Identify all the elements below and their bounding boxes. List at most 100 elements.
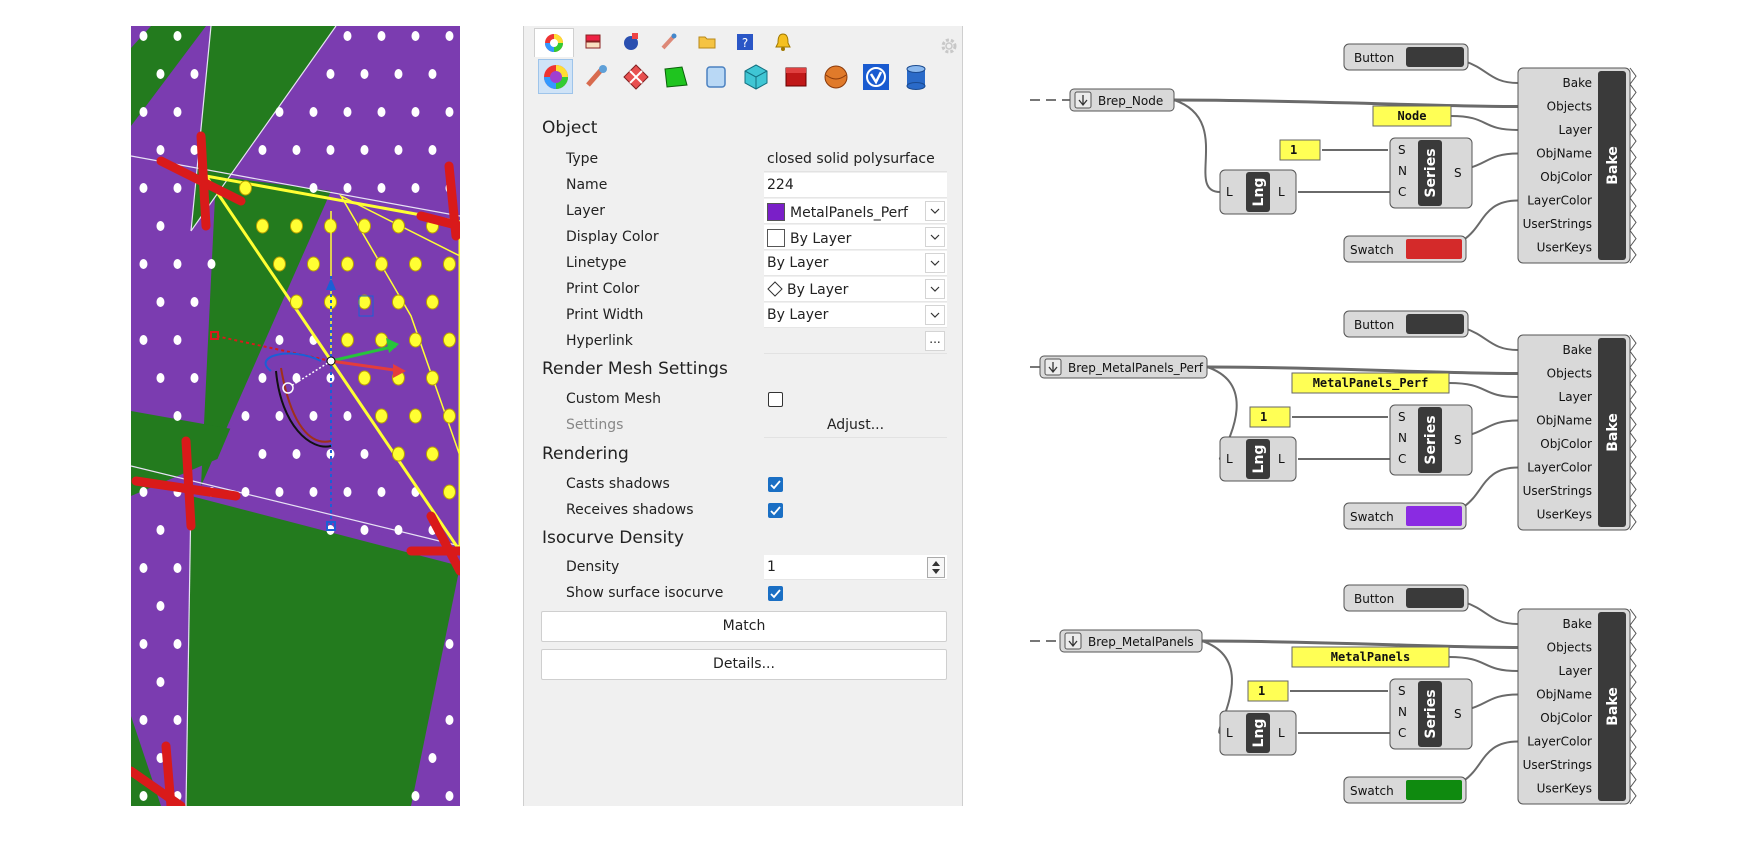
linetype-dropdown-arrow[interactable] bbox=[925, 253, 945, 273]
page-decals[interactable] bbox=[778, 59, 813, 94]
bake-component[interactable]: Bake Bake Objects Layer ObjName ObjColor Layer… bbox=[1517, 334, 1637, 531]
print-width-dropdown-arrow[interactable] bbox=[925, 305, 945, 325]
tab-display[interactable] bbox=[650, 28, 688, 56]
list-length-component[interactable]: Lng L L bbox=[1219, 710, 1297, 756]
perforation-dot bbox=[343, 31, 352, 41]
panel-body[interactable] bbox=[1279, 139, 1321, 161]
layer-name-panel[interactable]: MetalPanels_Perf bbox=[1291, 372, 1450, 394]
perforation-dot bbox=[139, 639, 148, 649]
tab-help[interactable]: ? bbox=[726, 28, 764, 56]
row-mesh-settings: Settings Adjust... bbox=[542, 413, 948, 439]
row-print-width: Print Width By Layer bbox=[542, 303, 948, 329]
list-length-component[interactable]: Lng L L bbox=[1219, 436, 1297, 482]
show-isocurve-checkbox[interactable] bbox=[768, 586, 783, 601]
list-length-component[interactable]: Lng L L bbox=[1219, 169, 1297, 215]
print-color-dropdown[interactable]: By Layer bbox=[764, 277, 947, 302]
layer-name-panel[interactable]: MetalPanels bbox=[1291, 646, 1450, 668]
custom-mesh-checkbox[interactable] bbox=[768, 392, 783, 407]
start-value-panel[interactable]: 1 bbox=[1279, 139, 1321, 161]
perforation-dot bbox=[190, 69, 199, 79]
series-output-label: S bbox=[1454, 433, 1462, 447]
tab-material[interactable] bbox=[612, 28, 650, 56]
page-displacement[interactable] bbox=[818, 59, 853, 94]
casts-shadows-checkbox[interactable] bbox=[768, 477, 783, 492]
swatch-color[interactable] bbox=[1406, 506, 1462, 526]
series-input-C: C bbox=[1398, 452, 1406, 466]
page-texture-mapping[interactable] bbox=[618, 59, 653, 94]
page-v-badge[interactable] bbox=[858, 59, 893, 94]
button-face[interactable] bbox=[1406, 47, 1464, 67]
page-object-properties[interactable] bbox=[538, 59, 573, 94]
button-face[interactable] bbox=[1406, 588, 1464, 608]
viewport-canvas[interactable] bbox=[131, 26, 460, 806]
series-component[interactable]: SeriesSNCS bbox=[1389, 404, 1473, 476]
chevron-down-icon bbox=[930, 208, 940, 214]
hyperlink-browse-button[interactable]: ... bbox=[925, 331, 945, 351]
start-value-panel[interactable]: 1 bbox=[1247, 680, 1289, 702]
match-button[interactable]: Match bbox=[541, 611, 947, 642]
lng-label: Lng bbox=[1251, 445, 1267, 474]
selected-dot bbox=[391, 294, 405, 310]
selected-dot bbox=[408, 256, 422, 272]
bake-trigger-button[interactable]: Button bbox=[1343, 310, 1469, 338]
layers-icon bbox=[585, 34, 601, 49]
brep-param[interactable]: Brep_Node bbox=[1069, 88, 1175, 112]
page-thickness[interactable] bbox=[898, 59, 933, 94]
tab-object-properties[interactable] bbox=[534, 28, 574, 57]
brep-param[interactable]: Brep_MetalPanels bbox=[1059, 629, 1203, 653]
swatch-color[interactable] bbox=[1406, 780, 1462, 800]
page-attributes[interactable] bbox=[578, 59, 613, 94]
brep-param[interactable]: Brep_MetalPanels_Perf bbox=[1039, 355, 1208, 379]
layer-dropdown[interactable]: MetalPanels_Perf bbox=[764, 199, 947, 224]
tab-layers[interactable] bbox=[574, 28, 612, 56]
bake-trigger-button[interactable]: Button bbox=[1343, 43, 1469, 71]
gear-icon[interactable] bbox=[940, 37, 958, 55]
gh-wire bbox=[1448, 382, 1519, 398]
layer-dropdown-arrow[interactable] bbox=[925, 201, 945, 221]
grasshopper-definition[interactable]: Brep_Node Button Node 1 LngL L SeriesSNCS Swatc… bbox=[1030, 26, 1650, 826]
series-component[interactable]: SeriesSNCS bbox=[1389, 678, 1473, 750]
details-button[interactable]: Details... bbox=[541, 649, 947, 680]
bake-input-userstrings: UserStrings bbox=[1523, 484, 1592, 498]
tab-files[interactable] bbox=[688, 28, 726, 56]
tab-notifications[interactable] bbox=[764, 28, 802, 56]
adjust-button[interactable]: Adjust... bbox=[764, 413, 947, 438]
display-color-dropdown-arrow[interactable] bbox=[925, 227, 945, 247]
series-component[interactable]: SeriesSNCS bbox=[1389, 137, 1473, 209]
page-mesh[interactable] bbox=[738, 59, 773, 94]
perforation-dot bbox=[139, 31, 148, 41]
name-field[interactable]: 224 bbox=[764, 173, 947, 198]
button-face[interactable] bbox=[1406, 314, 1464, 334]
layer-color-swatch[interactable]: Swatch bbox=[1343, 235, 1467, 263]
linetype-dropdown[interactable]: By Layer bbox=[764, 251, 947, 276]
bake-component[interactable]: Bake Bake Objects Layer ObjName ObjColor Layer… bbox=[1517, 67, 1637, 264]
name-label: Name bbox=[566, 177, 608, 193]
rhino-viewport[interactable] bbox=[131, 26, 460, 806]
print-width-dropdown[interactable]: By Layer bbox=[764, 303, 947, 328]
bake-component[interactable]: Bake Bake Objects Layer ObjName ObjColor Layer… bbox=[1517, 608, 1637, 805]
layer-color-swatch[interactable]: Swatch bbox=[1343, 502, 1467, 530]
receives-shadows-checkbox[interactable] bbox=[768, 503, 783, 518]
swatch-color[interactable] bbox=[1406, 239, 1462, 259]
layer-name-panel[interactable]: Node bbox=[1372, 105, 1452, 127]
density-field[interactable]: 1 bbox=[764, 555, 947, 580]
layer-value: MetalPanels_Perf bbox=[790, 205, 908, 221]
start-value-panel[interactable]: 1 bbox=[1249, 406, 1291, 428]
display-color-dropdown[interactable]: By Layer bbox=[764, 225, 947, 250]
gh-wire bbox=[1450, 115, 1519, 131]
grasshopper-canvas[interactable]: Brep_Node Button Node 1 Lng L L Series S N C S Swatc… bbox=[1030, 26, 1650, 826]
page-surface[interactable] bbox=[658, 59, 693, 94]
hyperlink-field[interactable]: ... bbox=[764, 329, 947, 354]
row-layer: Layer MetalPanels_Perf bbox=[542, 199, 948, 225]
density-spinner[interactable] bbox=[927, 557, 945, 578]
page-glass[interactable] bbox=[698, 59, 733, 94]
panel-body[interactable] bbox=[1249, 406, 1291, 428]
button-label: Button bbox=[1354, 51, 1394, 65]
bake-trigger-button[interactable]: Button bbox=[1343, 584, 1469, 612]
lng-output-label: L bbox=[1278, 726, 1285, 740]
print-color-dropdown-arrow[interactable] bbox=[925, 279, 945, 299]
layer-color-swatch[interactable]: Swatch bbox=[1343, 776, 1467, 804]
panel-body[interactable] bbox=[1247, 680, 1289, 702]
perforation-dot bbox=[156, 221, 165, 231]
perforation-dot bbox=[377, 487, 386, 497]
